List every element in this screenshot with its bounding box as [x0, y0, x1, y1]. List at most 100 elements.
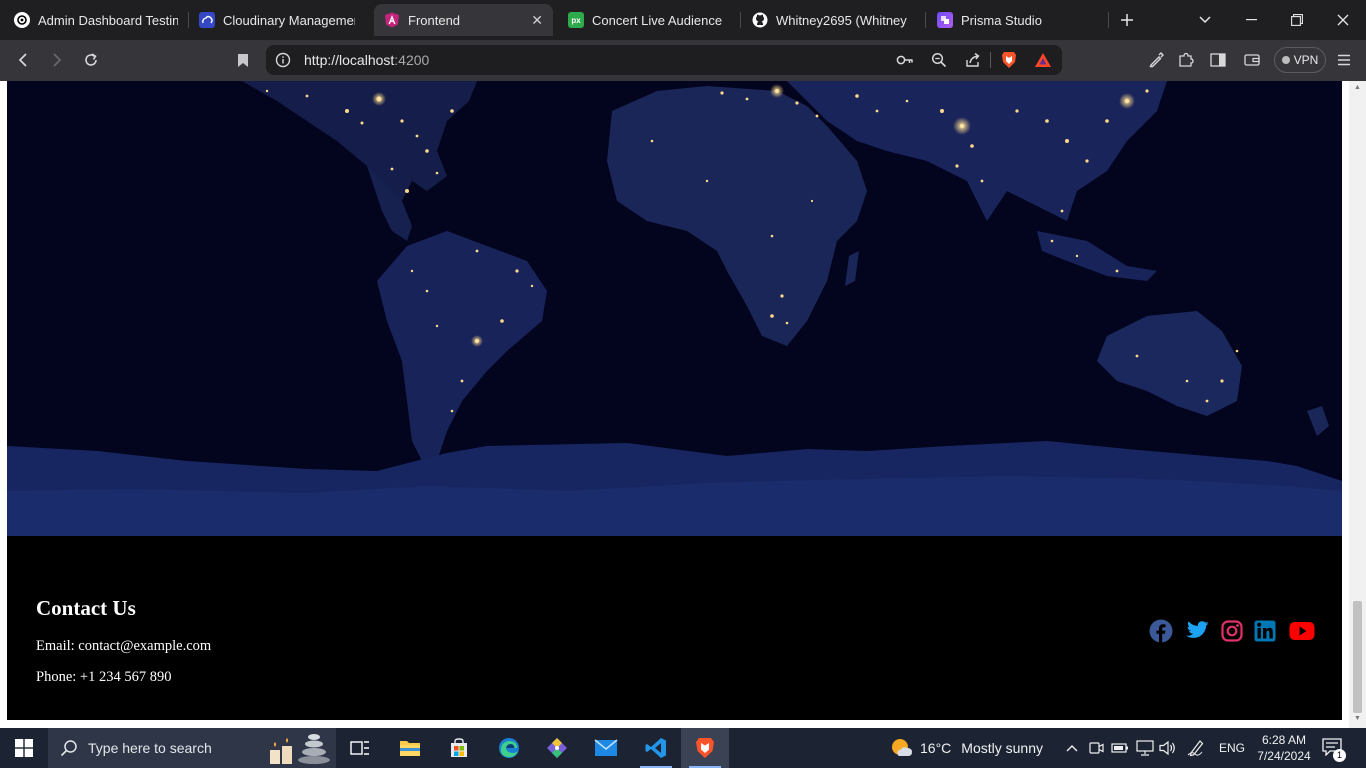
share-icon[interactable] — [962, 49, 984, 71]
volume-icon[interactable] — [1159, 739, 1177, 757]
page-scrollbar[interactable]: ▲ ▼ — [1349, 81, 1366, 728]
zoom-icon[interactable] — [928, 49, 950, 71]
tab-title: Cloudinary Management C — [223, 12, 355, 28]
clock-time: 6:28 AM — [1261, 733, 1307, 747]
url-port: :4200 — [394, 52, 430, 68]
vpn-button[interactable]: VPN — [1274, 47, 1326, 73]
cloudinary-icon — [199, 12, 215, 28]
omnibox-divider — [990, 52, 991, 68]
linkedin-icon[interactable] — [1252, 618, 1278, 644]
vpn-status-icon — [1281, 56, 1290, 64]
tab-separator — [925, 12, 926, 28]
page-viewport: Contact Us Email: contact@example.com Ph… — [0, 81, 1366, 728]
brave-icon — [696, 738, 714, 758]
tab-separator — [1108, 12, 1109, 28]
scroll-up-arrow-icon[interactable]: ▲ — [1353, 84, 1362, 91]
meet-now-camera-icon[interactable] — [1088, 739, 1106, 757]
facebook-icon[interactable] — [1148, 618, 1174, 644]
brave-wallet-pen-icon[interactable] — [1141, 46, 1171, 74]
openai-icon — [14, 12, 30, 28]
browser-toolbar: http://localhost:4200 VPN — [0, 40, 1366, 81]
taskbar-search-box[interactable]: Type here to search — [48, 728, 336, 768]
vscode-app[interactable] — [632, 728, 680, 768]
pen-ink-workspace-icon[interactable] — [1187, 739, 1205, 757]
extensions-icon[interactable] — [1171, 46, 1201, 74]
brave-rewards-icon[interactable] — [1032, 49, 1054, 71]
contact-email: Email: contact@example.com — [36, 638, 212, 654]
folder-icon — [400, 741, 420, 756]
weather-partly-sunny-icon — [892, 739, 912, 756]
site-footer: Contact Us Email: contact@example.com Ph… — [7, 536, 1342, 720]
angular-icon — [384, 12, 400, 28]
tab-search-dropdown-button[interactable] — [1190, 6, 1220, 34]
search-placeholder: Type here to search — [88, 740, 212, 756]
tab-frontend[interactable]: Frontend ✕ — [374, 4, 553, 36]
store-icon — [451, 738, 467, 757]
mail-app[interactable] — [582, 728, 630, 768]
input-language[interactable]: ENG — [1219, 741, 1245, 755]
task-view-button[interactable] — [336, 728, 384, 768]
tab-title: Frontend — [408, 12, 461, 28]
weather-widget[interactable]: 16°C Mostly sunny — [890, 728, 1043, 768]
microsoft-store-app[interactable] — [435, 728, 483, 768]
address-bar[interactable]: http://localhost:4200 — [266, 45, 1062, 75]
clock-date: 7/24/2024 — [1257, 749, 1311, 763]
notification-count-badge: 1 — [1333, 749, 1346, 762]
edge-browser-app[interactable] — [485, 728, 533, 768]
start-button[interactable] — [0, 728, 48, 768]
git-tool-app[interactable] — [533, 728, 581, 768]
github-icon — [752, 12, 768, 28]
network-icon[interactable] — [1136, 739, 1154, 757]
vscode-icon — [645, 738, 666, 758]
system-clock[interactable]: 6:28 AM 7/24/2024 — [1252, 732, 1316, 764]
forward-button[interactable] — [42, 46, 72, 74]
windows-logo-icon — [15, 739, 33, 757]
url-text: http://localhost:4200 — [304, 52, 429, 68]
tab-prisma-studio[interactable]: Prisma Studio — [927, 4, 1107, 36]
show-hidden-icons-chevron-icon[interactable] — [1063, 739, 1081, 757]
tab-admin-dashboard[interactable]: Admin Dashboard Testing — [4, 4, 188, 36]
restore-window-button[interactable] — [1282, 6, 1312, 34]
vpn-label: VPN — [1293, 53, 1319, 67]
scroll-down-arrow-icon[interactable]: ▼ — [1353, 715, 1362, 722]
sidebar-toggle-icon[interactable] — [1203, 46, 1233, 74]
edge-icon — [499, 738, 519, 758]
youtube-icon[interactable] — [1288, 618, 1316, 644]
contact-phone: Phone: +1 234 567 890 — [36, 669, 172, 685]
reload-button[interactable] — [76, 46, 106, 74]
instagram-icon[interactable] — [1219, 618, 1245, 644]
pixabay-icon: px — [568, 12, 584, 28]
scrollbar-thumb[interactable] — [1353, 601, 1362, 713]
tab-github-whitney[interactable]: Whitney2695 (Whitney Na — [742, 4, 920, 36]
new-tab-button[interactable] — [1112, 6, 1142, 34]
file-explorer-app[interactable] — [386, 728, 434, 768]
world-night-lights-image — [7, 81, 1342, 536]
brave-shields-icon[interactable] — [998, 49, 1020, 71]
tab-title: Whitney2695 (Whitney Na — [776, 12, 910, 28]
search-highlight-candles-icon — [270, 734, 330, 764]
site-info-icon[interactable] — [272, 49, 294, 71]
minimize-window-button[interactable] — [1236, 6, 1266, 34]
tab-title: Admin Dashboard Testing — [38, 12, 178, 28]
close-tab-icon[interactable]: ✕ — [531, 12, 543, 29]
close-window-button[interactable] — [1328, 6, 1358, 34]
menu-icon[interactable] — [1329, 46, 1359, 74]
tab-concert-live-audience[interactable]: px Concert Live Audience - Fr — [558, 4, 736, 36]
action-center-button[interactable]: 1 — [1322, 738, 1346, 762]
bookmark-icon[interactable] — [228, 46, 258, 74]
url-host: http://localhost — [304, 52, 395, 68]
brave-browser-app[interactable] — [681, 728, 729, 768]
mail-icon — [594, 739, 618, 756]
tab-title: Prisma Studio — [961, 12, 1042, 28]
world-map-graphic — [7, 81, 1342, 536]
tab-cloudinary[interactable]: Cloudinary Management C — [189, 4, 365, 36]
wallet-icon[interactable] — [1237, 46, 1267, 74]
contact-heading: Contact Us — [36, 596, 136, 620]
twitter-icon[interactable] — [1184, 618, 1210, 644]
back-button[interactable] — [8, 46, 38, 74]
battery-icon[interactable] — [1111, 739, 1129, 757]
gitkraken-icon — [547, 738, 567, 758]
weather-temperature: 16°C — [920, 740, 952, 756]
weather-description: Mostly sunny — [961, 740, 1043, 756]
password-key-icon[interactable] — [894, 49, 916, 71]
